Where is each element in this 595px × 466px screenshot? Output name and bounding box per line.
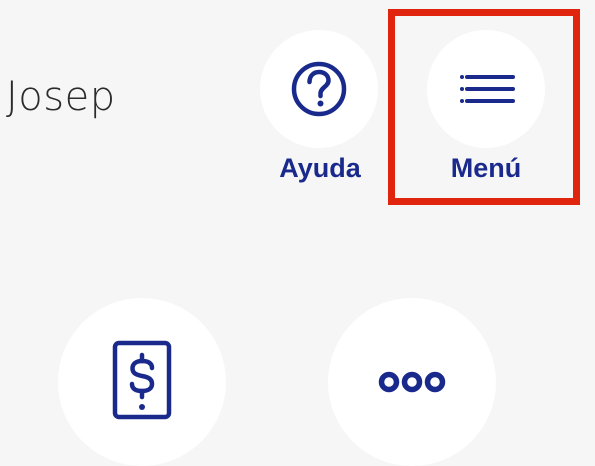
menu-highlight-box [388,9,580,205]
question-circle-icon [291,61,347,117]
help-button-circle[interactable] [260,30,378,148]
more-options-button[interactable] [328,298,496,466]
help-button-label[interactable]: Ayuda [262,153,378,184]
mobile-payment-icon [112,340,172,420]
mobile-payment-button[interactable] [58,298,226,466]
more-options-icon [378,371,446,393]
user-greeting-name: Josep [6,74,116,120]
